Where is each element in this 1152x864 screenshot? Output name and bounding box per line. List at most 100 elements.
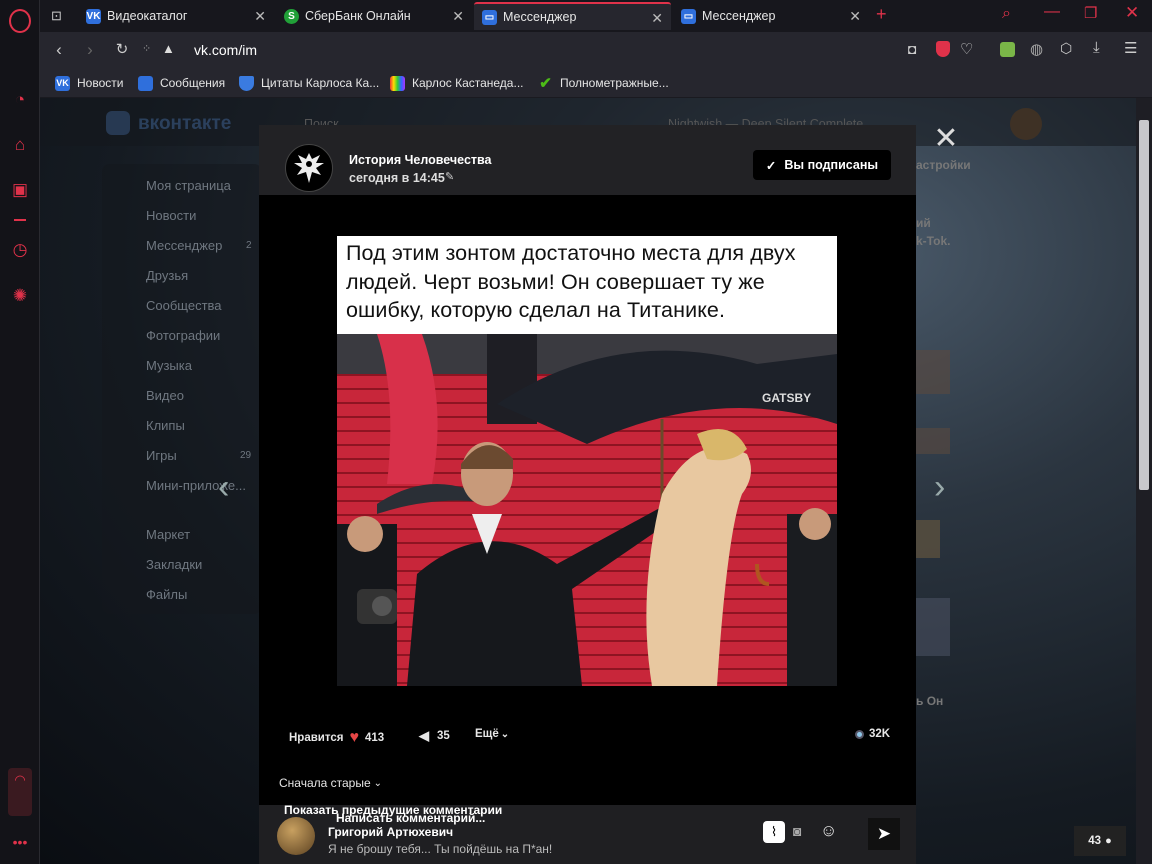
views-count: 32K	[869, 728, 891, 740]
send-icon[interactable]: ➤	[868, 818, 900, 850]
page-scrollbar[interactable]	[1136, 98, 1152, 864]
camera-icon[interactable]: ◘	[908, 41, 916, 57]
comment-placeholder: Написать комментарий...	[336, 811, 486, 825]
checkmark-icon: ✔	[539, 75, 552, 92]
comment-input[interactable]: Написать комментарий...	[319, 806, 789, 830]
close-window-icon[interactable]: ✕	[1125, 3, 1139, 23]
forward-arrow-icon[interactable]: ›	[80, 40, 100, 60]
vk-menu-item[interactable]: Закладки	[146, 557, 202, 572]
user-avatar[interactable]	[1010, 108, 1042, 140]
bg-thumb	[916, 428, 950, 454]
vk-menu-item[interactable]: Мессенджер	[146, 238, 222, 253]
heart-bookmark-icon[interactable]: ♡	[960, 40, 973, 58]
camera-icon[interactable]: ◙	[793, 823, 801, 839]
tab-close-icon[interactable]: ✕	[452, 8, 464, 25]
sidebar-divider	[14, 219, 26, 221]
post-image[interactable]: Под этим зонтом достаточно места для дву…	[337, 236, 837, 686]
vpn-globe-icon[interactable]: ◍	[1030, 40, 1043, 58]
subscribed-button[interactable]: ✓ Вы подписаны	[753, 150, 891, 180]
more-button[interactable]: Ещё ⌄	[475, 728, 509, 740]
shield-icon	[239, 75, 254, 91]
back-arrow-icon[interactable]: ‹	[49, 40, 69, 60]
vk-logo-icon[interactable]	[106, 111, 130, 135]
bookmark-messages[interactable]: Сообщения	[138, 74, 225, 92]
vk-menu-item[interactable]: Клипы	[146, 418, 185, 433]
tab-label: Мессенджер	[503, 10, 577, 24]
bookmark-castaneda[interactable]: Карлос Кастанеда...	[390, 74, 524, 92]
bookmark-label: Карлос Кастанеда...	[412, 76, 524, 90]
more-dots-icon[interactable]: •••	[8, 830, 32, 854]
speed-dial-grid-icon[interactable]: ⁘	[142, 42, 151, 55]
comment-avatar[interactable]	[277, 817, 315, 855]
close-modal-icon[interactable]: ✕	[932, 124, 960, 154]
person-icon: ●	[1105, 835, 1112, 847]
vk-menu-item[interactable]: Музыка	[146, 358, 192, 373]
prev-post-arrow-icon[interactable]: ‹	[218, 468, 229, 507]
post-time[interactable]: сегодня в 14:45	[349, 171, 445, 185]
tab-videocatalog[interactable]: VK Видеокаталог ✕	[78, 2, 274, 30]
adblock-shield-icon[interactable]	[936, 41, 950, 57]
vk-menu-item[interactable]: Моя страница	[146, 178, 231, 193]
tab-close-icon[interactable]: ✕	[849, 8, 861, 25]
vk-logo-text[interactable]: вконтакте	[138, 113, 231, 135]
bg-snippet-1: ий	[916, 216, 931, 230]
vk-menu-item[interactable]: Файлы	[146, 587, 187, 602]
tab-close-icon[interactable]: ✕	[254, 8, 266, 25]
extension-image-icon[interactable]	[1000, 42, 1015, 57]
umbrella-text: GATSBY	[762, 391, 811, 405]
download-icon[interactable]: ⤓	[1093, 39, 1100, 56]
restore-icon[interactable]: ❐	[1084, 4, 1097, 22]
url-field[interactable]: vk.com/im	[194, 42, 257, 58]
vk-menu-item[interactable]: Маркет	[146, 527, 190, 542]
community-avatar[interactable]	[285, 144, 333, 192]
new-tab-plus-icon[interactable]: +	[876, 4, 887, 25]
vk-menu-item[interactable]: Игры	[146, 448, 177, 463]
tab-messenger[interactable]: ▭ Мессенджер ✕	[673, 2, 869, 30]
tab-sberbank[interactable]: S СберБанк Онлайн ✕	[276, 2, 472, 30]
extensions-cube-icon[interactable]: ⬡	[1060, 40, 1072, 57]
twitch-icon[interactable]: ▣	[8, 178, 32, 202]
tab-bar: ⊡ VK Видеокаталог ✕ S СберБанк Онлайн ✕ …	[40, 0, 1152, 32]
comment-sort-dropdown[interactable]: Сначала старые ⌄	[279, 776, 382, 790]
warning-icon[interactable]: ▲	[162, 41, 175, 56]
attach-paperclip-icon[interactable]: ⌇	[763, 821, 785, 843]
like-button[interactable]: Нравится ♥ 413	[289, 729, 384, 747]
bookmark-label: Цитаты Карлоса Ка...	[261, 76, 380, 90]
bookmark-news[interactable]: VK Новости	[55, 74, 123, 92]
vk-menu-item[interactable]: Новости	[146, 208, 196, 223]
share-button[interactable]: ◀ 35	[419, 728, 450, 744]
vk-menu-item[interactable]: Друзья	[146, 268, 188, 283]
speed-dial-icon[interactable]: ◔	[8, 88, 32, 112]
bg-thumb	[916, 350, 950, 394]
tab-close-icon[interactable]: ✕	[651, 10, 663, 27]
history-icon[interactable]: ◷	[8, 238, 32, 262]
bag-icon[interactable]: ⌂	[8, 133, 32, 157]
vk-menu-item[interactable]: Мини-приложе...	[146, 478, 246, 493]
bookmark-movies[interactable]: ✔ Полнометражные...	[538, 74, 668, 92]
bookmark-label: Сообщения	[160, 76, 226, 90]
vk-menu-item[interactable]: Видео	[146, 388, 184, 403]
reload-icon[interactable]: ↻	[112, 40, 132, 58]
tab-menu-icon[interactable]: ⊡	[51, 8, 62, 24]
opera-logo-icon[interactable]	[9, 9, 31, 33]
online-friends-counter[interactable]: 43 ●	[1074, 826, 1126, 856]
red-carpet-photo: GATSBY	[337, 334, 837, 686]
bookmark-castaneda-quotes[interactable]: Цитаты Карлоса Ка...	[239, 74, 379, 92]
scrollbar-thumb[interactable]	[1139, 120, 1149, 490]
easy-setup-icon[interactable]: ☰	[1124, 39, 1137, 57]
vpn-indicator[interactable]: ◠	[8, 768, 32, 816]
like-label: Нравится	[289, 732, 344, 744]
next-post-arrow-icon[interactable]: ›	[934, 468, 945, 507]
vk-menu-item[interactable]: Сообщества	[146, 298, 222, 313]
minimize-icon[interactable]: —	[1044, 3, 1060, 21]
vk-menu-item[interactable]: Фотографии	[146, 328, 220, 343]
chat-icon	[138, 75, 153, 91]
shares-count: 35	[437, 730, 450, 742]
chevron-down-icon: ⌄	[373, 777, 383, 789]
tab-messenger-active[interactable]: ▭ Мессенджер ✕	[474, 2, 671, 30]
emoji-smile-icon[interactable]: ☺	[820, 821, 837, 841]
search-tabs-icon[interactable]: ⌕	[1002, 5, 1011, 23]
post-author[interactable]: История Человечества	[349, 153, 492, 167]
settings-gear-icon[interactable]: ✺	[8, 284, 32, 308]
more-label: Ещё	[475, 728, 499, 740]
